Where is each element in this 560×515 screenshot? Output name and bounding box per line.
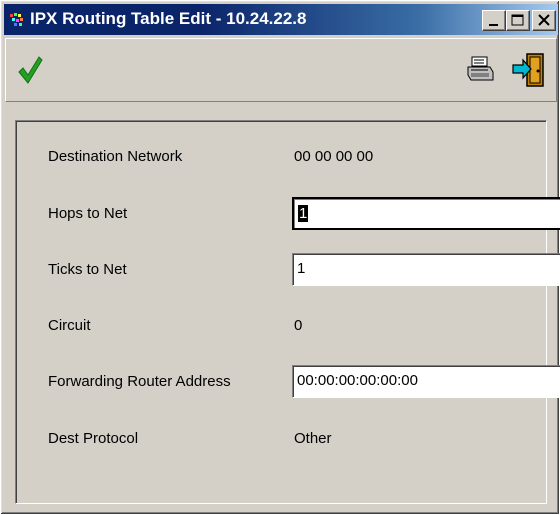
minimize-button[interactable] xyxy=(482,10,506,31)
ticks-to-net-field[interactable]: 1 xyxy=(292,253,560,286)
maximize-icon xyxy=(511,14,524,26)
circuit-value: 0 xyxy=(294,317,303,334)
destination-network-value: 00 00 00 00 xyxy=(294,148,374,165)
dest-protocol-label: Dest Protocol xyxy=(48,430,139,447)
apply-button[interactable] xyxy=(14,53,46,87)
printer-icon xyxy=(467,56,494,81)
hops-to-net-field[interactable]: 1 xyxy=(292,197,560,230)
app-icon xyxy=(10,13,23,26)
circuit-label: Circuit xyxy=(48,317,91,334)
hops-to-net-label: Hops to Net xyxy=(48,205,128,222)
title-bar[interactable]: IPX Routing Table Edit - 10.24.22.8 xyxy=(4,4,558,35)
destination-network-label: Destination Network xyxy=(48,148,183,165)
exit-button[interactable] xyxy=(511,51,547,89)
forwarding-router-address-field[interactable]: 00:00:00:00:00:00 xyxy=(292,365,560,398)
forwarding-router-address-label: Forwarding Router Address xyxy=(48,373,231,390)
print-button[interactable] xyxy=(466,55,496,85)
app-window: IPX Routing Table Edit - 10.24.22.8 Dest… xyxy=(0,0,560,515)
minimize-icon xyxy=(489,24,498,26)
close-icon xyxy=(538,14,550,26)
exit-door-icon xyxy=(512,53,544,87)
form-panel: Destination Network 00 00 00 00 Hops to … xyxy=(15,120,560,504)
toolbar xyxy=(5,38,557,102)
close-button[interactable] xyxy=(532,10,556,31)
checkmark-icon xyxy=(18,56,43,84)
window-title: IPX Routing Table Edit - 10.24.22.8 xyxy=(30,9,307,28)
ticks-to-net-value: 1 xyxy=(297,260,306,277)
dest-protocol-value: Other xyxy=(294,430,332,447)
ticks-to-net-label: Ticks to Net xyxy=(48,261,127,278)
hops-to-net-value: 1 xyxy=(298,205,309,222)
forwarding-router-address-value: 00:00:00:00:00:00 xyxy=(297,372,418,389)
maximize-button[interactable] xyxy=(506,10,530,31)
